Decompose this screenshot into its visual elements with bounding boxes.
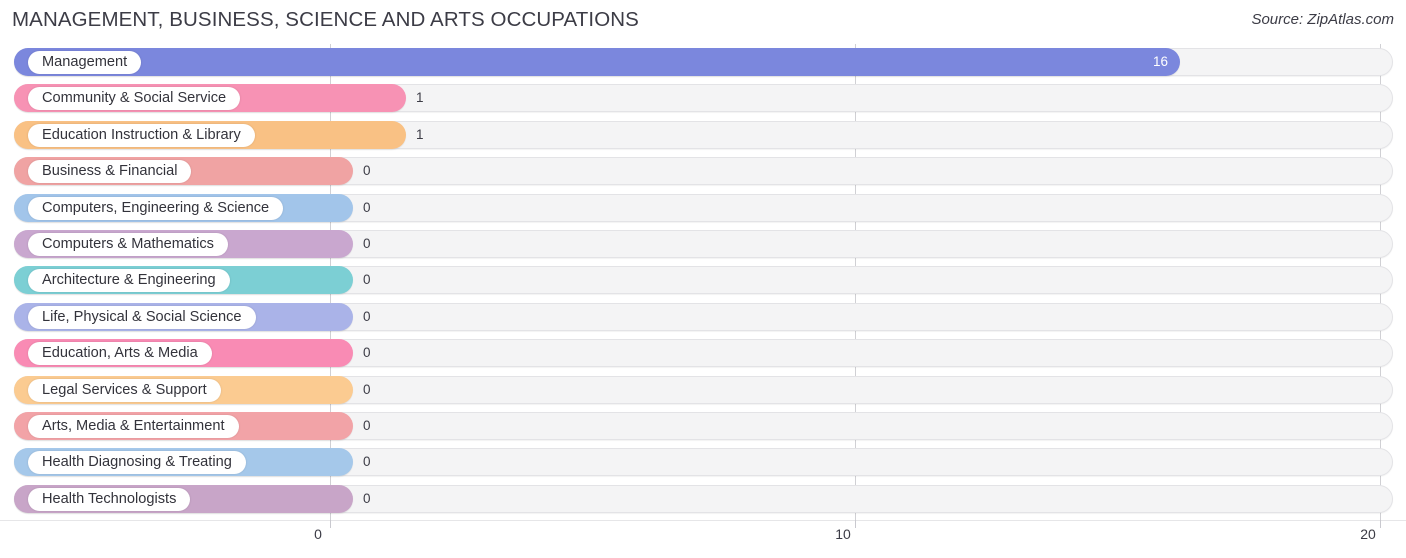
bar-value-label: 1: [416, 90, 424, 106]
page-title: MANAGEMENT, BUSINESS, SCIENCE AND ARTS O…: [12, 8, 639, 31]
bar-label: Computers, Engineering & Science: [28, 196, 284, 220]
bar-value-label: 0: [363, 235, 371, 251]
bar-row[interactable]: Legal Services & Support 0: [0, 372, 1406, 408]
tick-mark-20: [1380, 520, 1381, 528]
bar-label: Arts, Media & Entertainment: [28, 414, 239, 438]
bar-row[interactable]: Community & Social Service 1: [0, 80, 1406, 116]
bar-value-label: 0: [363, 490, 371, 506]
chart-header: MANAGEMENT, BUSINESS, SCIENCE AND ARTS O…: [0, 0, 1406, 44]
bar-row[interactable]: Life, Physical & Social Science 0: [0, 299, 1406, 335]
bar-label: Education, Arts & Media: [28, 342, 212, 366]
tick-mark-0: [330, 520, 331, 528]
bar-row[interactable]: Management 16: [0, 44, 1406, 80]
chart-container: MANAGEMENT, BUSINESS, SCIENCE AND ARTS O…: [0, 0, 1406, 558]
plot-area: Management 16 Community & Social Service 1 E…: [0, 44, 1406, 520]
bar-value-label: 16: [1152, 54, 1168, 69]
bar-row[interactable]: Computers & Mathematics 0: [0, 226, 1406, 262]
bar-label: Management: [28, 51, 142, 74]
bar-rows: Management 16 Community & Social Service 1 E…: [0, 44, 1406, 517]
bar-value-label: 0: [363, 163, 371, 179]
bar-row[interactable]: Health Diagnosing & Treating 0: [0, 444, 1406, 480]
x-axis: 0 10 20: [0, 520, 1406, 558]
axis-line: [0, 520, 1406, 521]
bar-label: Health Diagnosing & Treating: [28, 451, 246, 475]
bar-value-label: 1: [416, 126, 424, 142]
source-attribution: Source: ZipAtlas.com: [1251, 11, 1394, 28]
bar-label: Life, Physical & Social Science: [28, 305, 256, 329]
bar-value-label: 0: [363, 381, 371, 397]
bar-value-label: 0: [363, 272, 371, 288]
bar-row[interactable]: Education, Arts & Media 0: [0, 335, 1406, 371]
tick-label-0: 0: [314, 526, 322, 542]
bar-label: Education Instruction & Library: [28, 123, 255, 147]
bar-row[interactable]: Architecture & Engineering 0: [0, 262, 1406, 298]
bar-value-label: 0: [363, 345, 371, 361]
bar-label: Business & Financial: [28, 160, 192, 184]
bar-row[interactable]: Education Instruction & Library 1: [0, 117, 1406, 153]
bar-label: Architecture & Engineering: [28, 269, 230, 293]
tick-label-10: 10: [835, 526, 851, 542]
bar-label: Community & Social Service: [28, 87, 241, 111]
bar-value-label: 0: [363, 454, 371, 470]
bar-value-label: 0: [363, 199, 371, 215]
bar-row[interactable]: Health Technologists 0: [0, 481, 1406, 517]
bar-label: Computers & Mathematics: [28, 232, 228, 256]
bar-row[interactable]: Computers, Engineering & Science 0: [0, 190, 1406, 226]
tick-mark-10: [855, 520, 856, 528]
bar-label: Legal Services & Support: [28, 378, 221, 402]
bar-row[interactable]: Arts, Media & Entertainment 0: [0, 408, 1406, 444]
bar-value-label: 0: [363, 308, 371, 324]
bar-label: Health Technologists: [28, 487, 191, 511]
bar-value-label: 0: [363, 417, 371, 433]
bar-row[interactable]: Business & Financial 0: [0, 153, 1406, 189]
tick-label-20: 20: [1360, 526, 1376, 542]
bar-fill: [14, 48, 1180, 76]
